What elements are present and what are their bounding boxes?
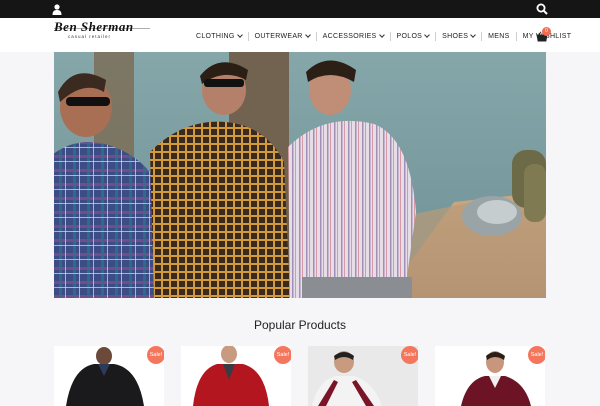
product-card[interactable]: Sale!: [54, 346, 164, 406]
nav-label: POLOS: [396, 32, 423, 40]
nav-item-clothing[interactable]: CLOTHING: [190, 28, 248, 44]
sale-badge: Sale!: [147, 346, 164, 364]
search-icon[interactable]: [536, 3, 548, 15]
hero-banner[interactable]: [54, 52, 546, 298]
brand-logo[interactable]: Ben Sherman Casual Retailer: [54, 20, 152, 42]
user-icon[interactable]: [52, 4, 62, 15]
chevron-down-icon: [304, 32, 311, 38]
main-nav: CLOTHING OUTERWEAR ACCESSORIES POLOS SHO…: [190, 28, 577, 44]
sale-badge: Sale!: [401, 346, 418, 364]
nav-item-mens[interactable]: MENS: [482, 28, 515, 44]
nav-label: ACCESSORIES: [322, 32, 377, 40]
product-card[interactable]: Sale!: [308, 346, 418, 406]
product-grid: Sale! Sale! Sale! Sale!: [54, 346, 546, 406]
nav-label: CLOTHING: [196, 32, 235, 40]
nav-label: MENS: [488, 32, 510, 40]
nav-label: SHOES: [442, 32, 469, 40]
nav-item-accessories[interactable]: ACCESSORIES: [317, 28, 390, 44]
nav-item-shoes[interactable]: SHOES: [436, 28, 481, 44]
top-bar: [0, 0, 600, 18]
chevron-down-icon: [378, 32, 385, 38]
chevron-down-icon: [236, 32, 243, 38]
chevron-down-icon: [470, 32, 477, 38]
cart-count-badge: 0: [542, 27, 551, 36]
sale-badge: Sale!: [274, 346, 291, 364]
sale-badge: Sale!: [528, 346, 545, 364]
hero-image: [54, 52, 546, 298]
product-card[interactable]: Sale!: [181, 346, 291, 406]
chevron-down-icon: [424, 32, 430, 38]
site-header: Ben Sherman Casual Retailer CLOTHING OUT…: [0, 18, 600, 52]
section-title: Popular Products: [253, 318, 347, 332]
nav-item-polos[interactable]: POLOS: [391, 28, 436, 44]
product-card[interactable]: Sale!: [435, 346, 545, 406]
nav-item-outerwear[interactable]: OUTERWEAR: [249, 28, 316, 44]
logo-underline: [54, 28, 150, 29]
brand-name: Ben Sherman: [54, 19, 134, 34]
nav-label: OUTERWEAR: [254, 32, 303, 40]
brand-tagline: Casual Retailer: [68, 34, 112, 39]
